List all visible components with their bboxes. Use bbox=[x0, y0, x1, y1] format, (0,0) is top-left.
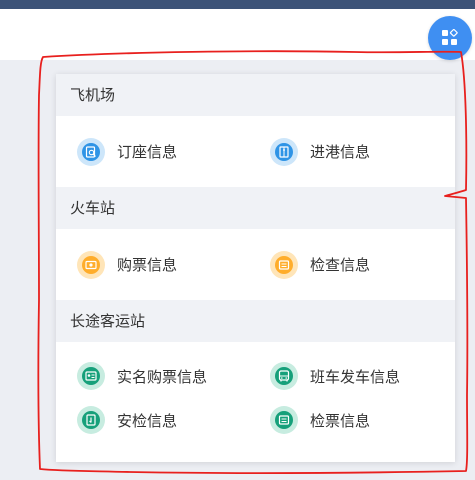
bus-icon bbox=[270, 362, 298, 390]
menu-item-label: 检查信息 bbox=[310, 256, 371, 274]
section-title-bus-station: 长途客运站 bbox=[56, 300, 455, 342]
booking-search-icon bbox=[77, 137, 105, 166]
menu-item-label: 订座信息 bbox=[117, 143, 178, 161]
menu-item-booking-info[interactable]: 订座信息 bbox=[77, 116, 177, 187]
security-check-icon bbox=[77, 406, 105, 434]
menu-item-label: 实名购票信息 bbox=[117, 367, 208, 386]
check-card-icon bbox=[270, 250, 298, 279]
menu-item-label: 班车发车信息 bbox=[310, 367, 401, 386]
ticket-icon bbox=[77, 250, 105, 279]
section-title-train-station: 火车站 bbox=[56, 187, 455, 229]
apps-dropdown-panel: 飞机场 订座信息 进港信息 火车站 购票信息 检查信息 长途客运站 实名购票信息… bbox=[56, 74, 455, 462]
menu-item-label: 检票信息 bbox=[310, 411, 371, 430]
arrival-door-icon bbox=[270, 137, 298, 166]
apps-button[interactable] bbox=[428, 16, 472, 60]
apps-grid-icon bbox=[442, 29, 458, 45]
menu-item-label: 安检信息 bbox=[117, 411, 178, 430]
menu-item-real-name-ticket-info[interactable]: 实名购票信息 bbox=[77, 348, 207, 404]
header-bar bbox=[0, 9, 475, 60]
menu-item-ticket-check-info[interactable]: 检票信息 bbox=[270, 398, 370, 442]
menu-item-security-check-info[interactable]: 安检信息 bbox=[77, 398, 177, 442]
ticket-check-icon bbox=[270, 406, 298, 434]
section-train-items: 购票信息 检查信息 bbox=[56, 229, 455, 300]
menu-item-label: 购票信息 bbox=[117, 256, 178, 274]
menu-item-inspection-info[interactable]: 检查信息 bbox=[270, 229, 370, 300]
menu-item-arrival-info[interactable]: 进港信息 bbox=[270, 116, 370, 187]
section-title-airport: 飞机场 bbox=[56, 74, 455, 116]
menu-item-label: 进港信息 bbox=[310, 143, 371, 161]
menu-item-ticket-purchase-info[interactable]: 购票信息 bbox=[77, 229, 177, 300]
section-bus-items: 实名购票信息 班车发车信息 安检信息 检票信息 bbox=[56, 342, 455, 446]
top-bar bbox=[0, 0, 475, 9]
menu-item-bus-departure-info[interactable]: 班车发车信息 bbox=[270, 348, 400, 404]
section-airport-items: 订座信息 进港信息 bbox=[56, 116, 455, 187]
id-ticket-icon bbox=[77, 362, 105, 390]
